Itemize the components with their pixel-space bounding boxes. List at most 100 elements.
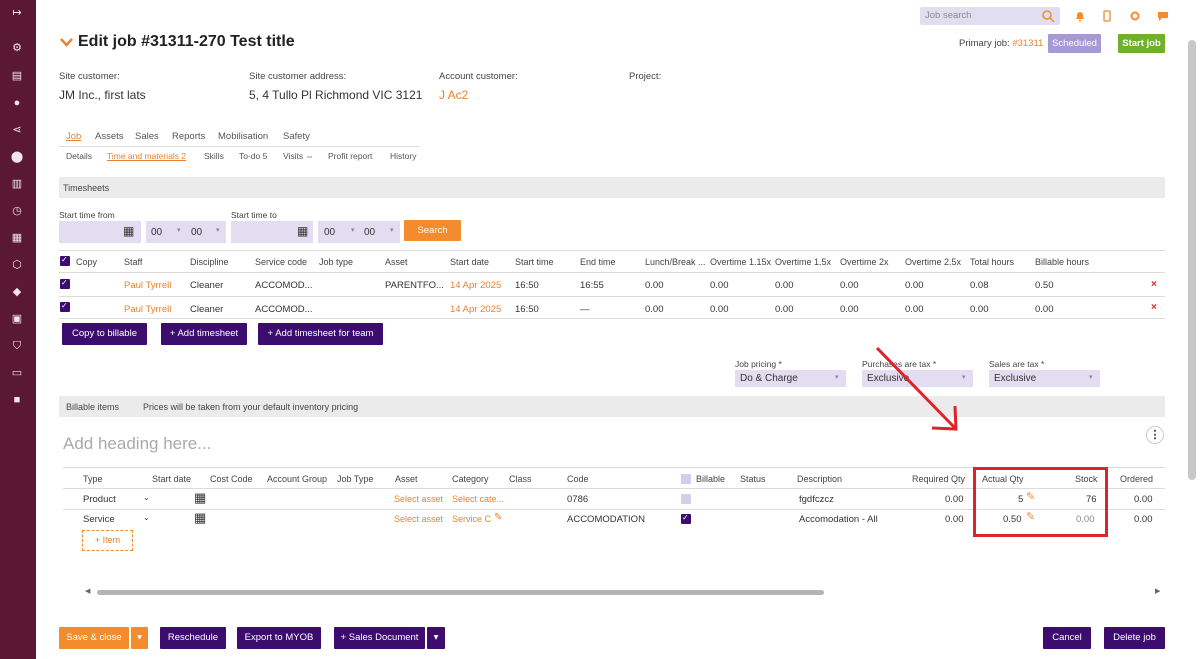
document-icon[interactable]: ▤ [10,69,24,83]
calendar-icon[interactable]: ▦ [123,224,134,238]
minute-from[interactable]: 00 [191,227,202,238]
chevron-down-icon[interactable] [60,38,73,47]
scroll-right-icon[interactable]: ▶ [1155,587,1160,595]
calendar-icon[interactable]: ▦ [194,510,206,526]
chevron-down-icon[interactable]: ⌄ [143,493,150,502]
type-cell[interactable]: Product [83,494,116,505]
primary-job-link[interactable]: #31311 [1012,38,1043,49]
scroll-left-icon[interactable]: ◀ [85,587,90,595]
clock-icon[interactable]: ◷ [10,204,24,218]
export-myob-button[interactable]: Export to MYOB [237,627,321,649]
type-cell[interactable]: Service [83,514,115,525]
pricing-note: Prices will be taken from your default i… [143,402,359,412]
chat-icon[interactable] [1157,10,1169,22]
horizontal-scrollbar[interactable] [97,590,824,595]
calendar-icon[interactable]: ▦ [297,224,308,238]
tab-safety[interactable]: Safety [283,131,310,142]
sales-document-button[interactable]: + Sales Document [334,627,425,649]
save-options-caret-icon[interactable]: ▾ [131,627,148,649]
add-timesheet-button[interactable]: + Add timesheet [161,323,247,345]
delete-row-icon[interactable]: × [1151,279,1157,290]
box-icon[interactable]: ⬡ [10,258,24,272]
col-asset: Asset [385,257,408,267]
tab-mobilisation[interactable]: Mobilisation [218,131,268,142]
phone-icon[interactable] [1101,10,1113,22]
user-icon[interactable]: ● [10,96,24,110]
book-icon[interactable]: ▭ [10,366,24,380]
col-discipline: Discipline [190,257,229,267]
start-job-button[interactable]: Start job [1118,34,1165,53]
tab-job[interactable]: Job [66,131,81,142]
gear-icon[interactable] [1129,10,1141,22]
subtab-skills[interactable]: Skills [204,151,224,161]
col-account-group: Account Group [267,474,328,484]
staff-link[interactable]: Paul Tyrrell [124,280,171,291]
notebook-icon[interactable]: ■ [10,393,24,407]
site-address-value: 5, 4 Tullo Pl Richmond VIC 3121 [249,88,423,102]
start-time-from-label: Start time from [59,210,115,220]
row-copy-checkbox[interactable] [60,301,70,312]
edit-category-icon[interactable]: ✎ [494,512,502,523]
start-date-cell[interactable]: 14 Apr 2025 [450,280,501,291]
hour-from[interactable]: 00 [151,227,162,238]
description-cell[interactable]: fgdfczcz [799,494,834,505]
search-icon[interactable] [1041,9,1055,23]
subtab-time-materials[interactable]: Time and materials 2 [107,151,186,161]
bell-icon[interactable] [1074,10,1086,22]
add-timesheet-team-button[interactable]: + Add timesheet for team [258,323,383,345]
minute-to[interactable]: 00 [364,227,375,238]
start-date-cell[interactable]: 14 Apr 2025 [450,304,501,315]
billable-checkbox[interactable] [681,513,691,524]
account-customer-link[interactable]: J Ac2 [439,88,468,102]
copy-all-checkbox[interactable] [60,255,70,266]
cancel-button[interactable]: Cancel [1043,627,1091,649]
copy-to-billable-button[interactable]: Copy to billable [62,323,147,345]
reschedule-button[interactable]: Reschedule [160,627,226,649]
heading-input[interactable]: Add heading here... [63,434,211,454]
search-button[interactable]: Search [404,220,461,241]
highlight-box [973,467,1108,537]
sales-document-caret-icon[interactable]: ▾ [427,627,445,649]
discipline-cell: Cleaner [190,280,224,291]
category-link[interactable]: Service C [452,514,491,524]
shield-icon[interactable]: ⛉ [10,339,24,353]
share-icon[interactable]: ⋖ [10,123,24,137]
vertical-scrollbar[interactable] [1188,40,1196,480]
tab-reports[interactable]: Reports [172,131,205,142]
chart-icon[interactable]: ▥ [10,177,24,191]
subtab-todo[interactable]: To-do 5 [239,151,267,161]
row-copy-checkbox[interactable] [60,278,70,289]
site-customer-label: Site customer: [59,71,120,82]
staff-link[interactable]: Paul Tyrrell [124,304,171,315]
description-cell[interactable]: Accomodation - All [799,514,878,525]
timesheets-title: Timesheets [63,183,110,193]
subtab-visits[interactable]: Visits ⇔ [283,151,314,161]
tag-icon[interactable]: ◆ [10,285,24,299]
ot25-cell: 0.00 [905,304,924,315]
hour-to[interactable]: 00 [324,227,335,238]
logout-icon[interactable]: ↦ [10,6,24,20]
clipboard-icon[interactable]: ▦ [10,231,24,245]
calendar-icon[interactable]: ▦ [194,490,206,506]
more-options-icon[interactable]: ⋮ [1146,426,1164,444]
add-item-button[interactable]: + Item [82,530,133,551]
select-asset-link[interactable]: Select asset [394,514,443,524]
select-asset-link[interactable]: Select asset [394,494,443,504]
col-job-type: Job Type [337,474,374,484]
delete-row-icon[interactable]: × [1151,302,1157,313]
subtab-history[interactable]: History [390,151,416,161]
select-category-link[interactable]: Select cate... [452,494,504,504]
billable-checkbox[interactable] [681,494,691,504]
tab-sales[interactable]: Sales [135,131,159,142]
location-icon[interactable]: ⬤ [10,150,24,164]
tab-assets[interactable]: Assets [95,131,124,142]
delete-job-button[interactable]: Delete job [1104,627,1165,649]
save-close-button[interactable]: Save & close [59,627,129,649]
billable-all-checkbox[interactable] [681,474,691,484]
job-search-input[interactable]: Job search [920,7,1060,25]
dispatch-icon[interactable]: ⚙ [10,41,24,55]
subtab-details[interactable]: Details [66,151,92,161]
scan-icon[interactable]: ▣ [10,312,24,326]
chevron-down-icon[interactable]: ⌄ [143,513,150,522]
subtab-profit-report[interactable]: Profit report [328,151,372,161]
